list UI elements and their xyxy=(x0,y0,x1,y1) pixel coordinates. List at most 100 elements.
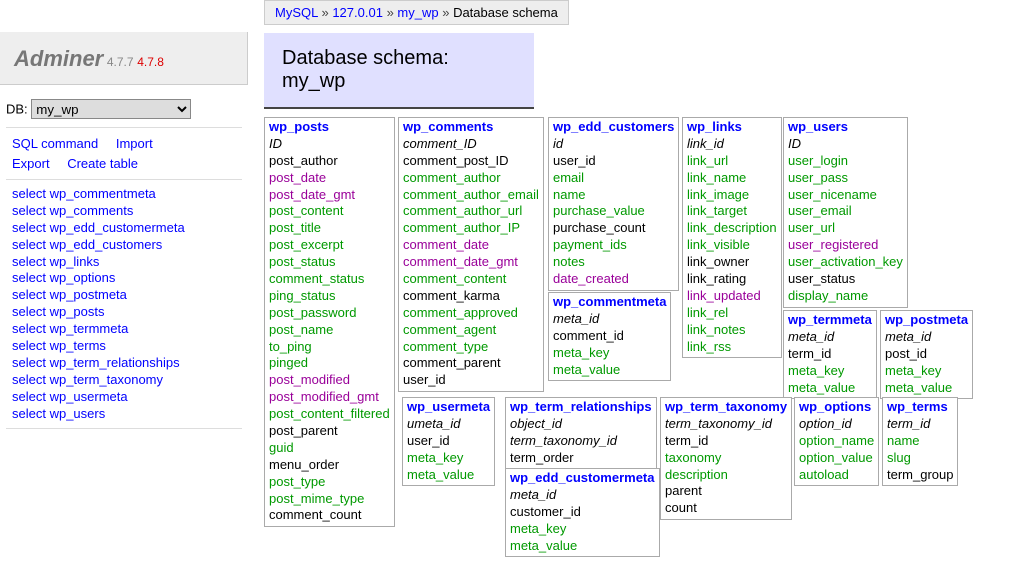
column[interactable]: comment_ID xyxy=(403,136,539,153)
column[interactable]: option_value xyxy=(799,450,874,467)
column[interactable]: count xyxy=(665,500,787,517)
column[interactable]: term_id xyxy=(887,416,953,433)
schema-table-wp_terms[interactable]: wp_termsterm_idnameslugterm_group xyxy=(882,397,958,486)
table-name[interactable]: wp_options xyxy=(799,399,874,416)
table-name[interactable]: wp_users xyxy=(788,119,903,136)
column[interactable]: link_image xyxy=(687,187,777,204)
table-select-link[interactable]: select wp_termmeta xyxy=(12,321,236,338)
schema-table-wp_edd_customers[interactable]: wp_edd_customersiduser_idemailnamepurcha… xyxy=(548,117,679,291)
breadcrumb-db[interactable]: my_wp xyxy=(397,5,438,20)
column[interactable]: name xyxy=(887,433,953,450)
column[interactable]: purchase_value xyxy=(553,203,674,220)
column[interactable]: guid xyxy=(269,440,390,457)
breadcrumb-server[interactable]: MySQL xyxy=(275,5,318,20)
table-select-link[interactable]: select wp_term_taxonomy xyxy=(12,372,236,389)
column[interactable]: meta_value xyxy=(407,467,490,484)
column[interactable]: parent xyxy=(665,483,787,500)
schema-table-wp_options[interactable]: wp_optionsoption_idoption_nameoption_val… xyxy=(794,397,879,486)
column[interactable]: autoload xyxy=(799,467,874,484)
column[interactable]: user_login xyxy=(788,153,903,170)
column[interactable]: meta_id xyxy=(553,311,666,328)
column[interactable]: term_order xyxy=(510,450,652,467)
column[interactable]: user_nicename xyxy=(788,187,903,204)
table-select-link[interactable]: select wp_comments xyxy=(12,203,236,220)
table-select-link[interactable]: select wp_edd_customers xyxy=(12,237,236,254)
column[interactable]: user_url xyxy=(788,220,903,237)
column[interactable]: comment_content xyxy=(403,271,539,288)
import-link[interactable]: Import xyxy=(116,136,153,151)
column[interactable]: user_activation_key xyxy=(788,254,903,271)
column[interactable]: post_password xyxy=(269,305,390,322)
create-table-link[interactable]: Create table xyxy=(67,156,138,171)
column[interactable]: menu_order xyxy=(269,457,390,474)
column[interactable]: meta_key xyxy=(553,345,666,362)
column[interactable]: object_id xyxy=(510,416,652,433)
sql-command-link[interactable]: SQL command xyxy=(12,136,98,151)
column[interactable]: date_created xyxy=(553,271,674,288)
column[interactable]: link_visible xyxy=(687,237,777,254)
column[interactable]: display_name xyxy=(788,288,903,305)
column[interactable]: post_title xyxy=(269,220,390,237)
schema-table-wp_users[interactable]: wp_usersIDuser_loginuser_passuser_nicena… xyxy=(783,117,908,308)
column[interactable]: link_name xyxy=(687,170,777,187)
column[interactable]: meta_value xyxy=(885,380,968,397)
column[interactable]: id xyxy=(553,136,674,153)
column[interactable]: meta_value xyxy=(510,538,655,555)
column[interactable]: post_type xyxy=(269,474,390,491)
column[interactable]: name xyxy=(553,187,674,204)
schema-table-wp_commentmeta[interactable]: wp_commentmetameta_idcomment_idmeta_keym… xyxy=(548,292,671,381)
column[interactable]: meta_key xyxy=(510,521,655,538)
schema-table-wp_links[interactable]: wp_linkslink_idlink_urllink_namelink_ima… xyxy=(682,117,782,358)
column[interactable]: term_group xyxy=(887,467,953,484)
column[interactable]: meta_id xyxy=(788,329,872,346)
schema-table-wp_comments[interactable]: wp_commentscomment_IDcomment_post_IDcomm… xyxy=(398,117,544,392)
schema-table-wp_posts[interactable]: wp_postsIDpost_authorpost_datepost_date_… xyxy=(264,117,395,527)
column[interactable]: comment_date xyxy=(403,237,539,254)
table-name[interactable]: wp_postmeta xyxy=(885,312,968,329)
column[interactable]: link_rating xyxy=(687,271,777,288)
app-title[interactable]: Adminer xyxy=(14,46,103,71)
column[interactable]: term_taxonomy_id xyxy=(510,433,652,450)
table-name[interactable]: wp_term_taxonomy xyxy=(665,399,787,416)
column[interactable]: user_id xyxy=(553,153,674,170)
table-select-link[interactable]: select wp_posts xyxy=(12,304,236,321)
column[interactable]: option_name xyxy=(799,433,874,450)
column[interactable]: post_id xyxy=(885,346,968,363)
table-name[interactable]: wp_edd_customermeta xyxy=(510,470,655,487)
schema-canvas[interactable]: wp_postsIDpost_authorpost_datepost_date_… xyxy=(264,117,1016,577)
table-name[interactable]: wp_posts xyxy=(269,119,390,136)
column[interactable]: description xyxy=(665,467,787,484)
column[interactable]: comment_agent xyxy=(403,322,539,339)
table-select-link[interactable]: select wp_commentmeta xyxy=(12,186,236,203)
column[interactable]: user_id xyxy=(407,433,490,450)
column[interactable]: ID xyxy=(788,136,903,153)
column[interactable]: post_parent xyxy=(269,423,390,440)
column[interactable]: comment_author_email xyxy=(403,187,539,204)
column[interactable]: taxonomy xyxy=(665,450,787,467)
column[interactable]: slug xyxy=(887,450,953,467)
column[interactable]: comment_id xyxy=(553,328,666,345)
column[interactable]: link_url xyxy=(687,153,777,170)
table-name[interactable]: wp_termmeta xyxy=(788,312,872,329)
schema-table-wp_term_relationships[interactable]: wp_term_relationshipsobject_idterm_taxon… xyxy=(505,397,657,470)
column[interactable]: post_content xyxy=(269,203,390,220)
column[interactable]: comment_date_gmt xyxy=(403,254,539,271)
column[interactable]: comment_author_IP xyxy=(403,220,539,237)
schema-table-wp_postmeta[interactable]: wp_postmetameta_idpost_idmeta_keymeta_va… xyxy=(880,310,973,399)
column[interactable]: user_status xyxy=(788,271,903,288)
column[interactable]: user_registered xyxy=(788,237,903,254)
column[interactable]: notes xyxy=(553,254,674,271)
column[interactable]: pinged xyxy=(269,355,390,372)
table-select-link[interactable]: select wp_edd_customermeta xyxy=(12,220,236,237)
column[interactable]: comment_status xyxy=(269,271,390,288)
schema-table-wp_usermeta[interactable]: wp_usermetaumeta_iduser_idmeta_keymeta_v… xyxy=(402,397,495,486)
column[interactable]: post_mime_type xyxy=(269,491,390,508)
column[interactable]: post_author xyxy=(269,153,390,170)
column[interactable]: user_email xyxy=(788,203,903,220)
column[interactable]: term_id xyxy=(665,433,787,450)
table-select-link[interactable]: select wp_users xyxy=(12,406,236,423)
column[interactable]: link_owner xyxy=(687,254,777,271)
table-name[interactable]: wp_commentmeta xyxy=(553,294,666,311)
column[interactable]: link_target xyxy=(687,203,777,220)
column[interactable]: term_taxonomy_id xyxy=(665,416,787,433)
